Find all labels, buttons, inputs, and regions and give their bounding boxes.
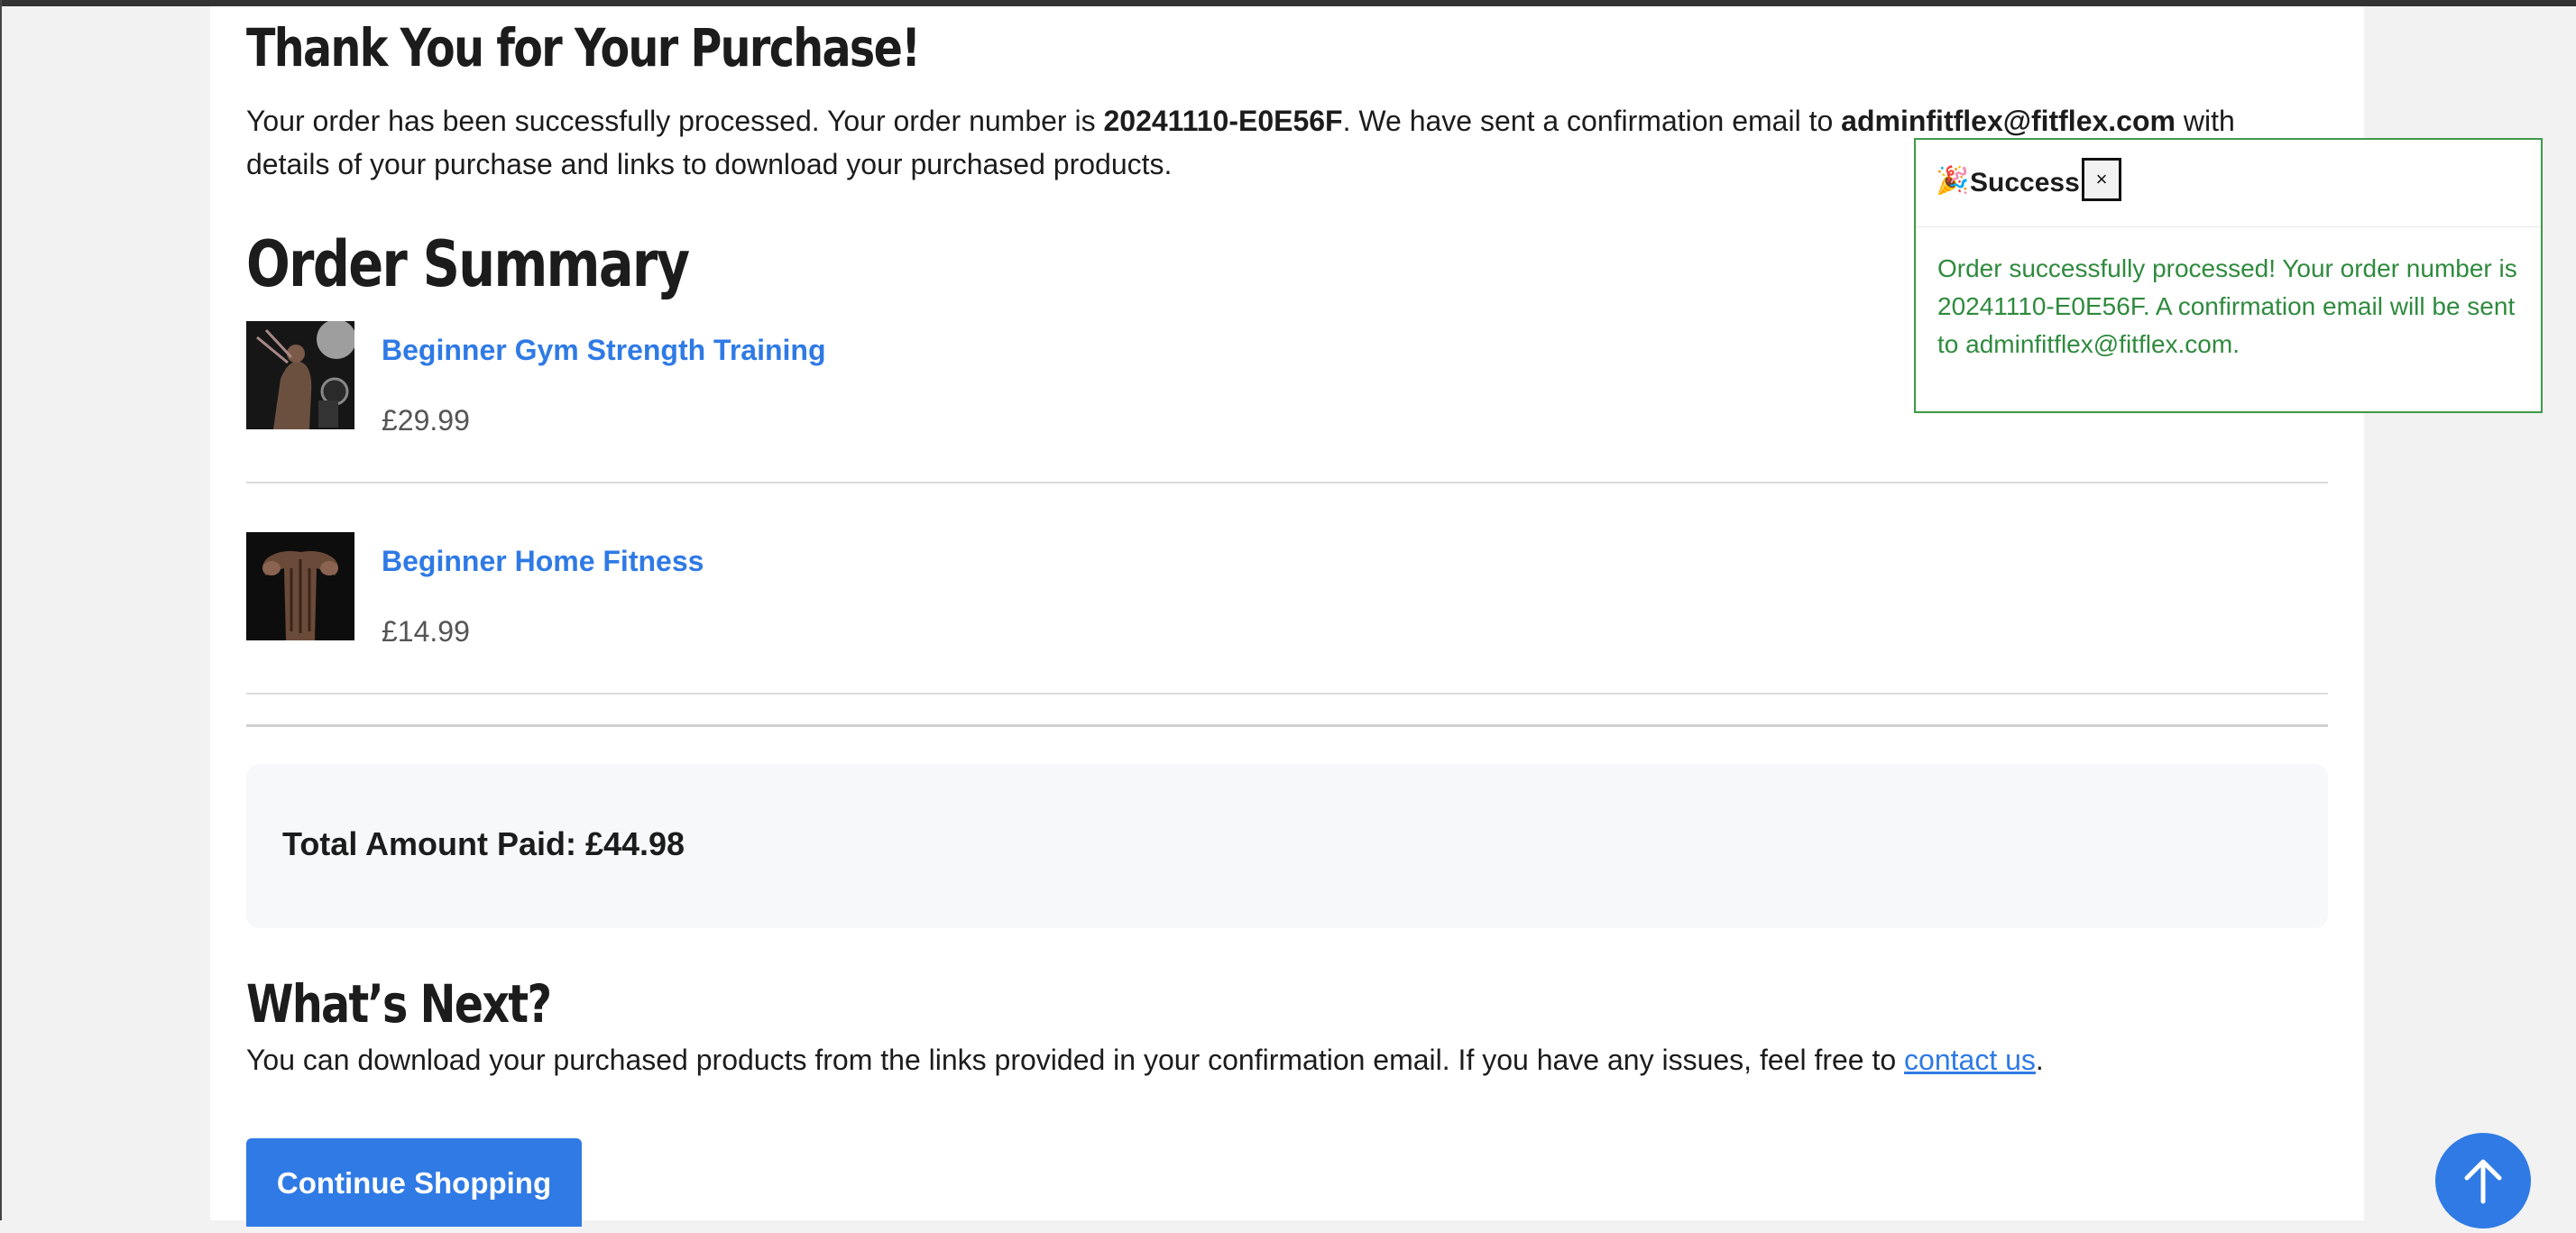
window-edge bbox=[0, 0, 2, 1220]
next-text-after: . bbox=[2035, 1044, 2044, 1076]
total-amount: Total Amount Paid: £44.98 bbox=[282, 825, 685, 862]
total-box: Total Amount Paid: £44.98 bbox=[246, 764, 2328, 928]
intro-text-a: Your order has been successfully process… bbox=[246, 105, 1104, 137]
product-thumbnail[interactable] bbox=[246, 532, 354, 640]
item-divider bbox=[246, 693, 2328, 695]
scroll-to-top-button[interactable] bbox=[2435, 1133, 2531, 1228]
item-divider bbox=[246, 482, 2328, 483]
product-price: £29.99 bbox=[382, 404, 470, 437]
product-link[interactable]: Beginner Gym Strength Training bbox=[382, 334, 826, 367]
order-number: 20241110-E0E56F bbox=[1103, 105, 1343, 137]
arrow-up-icon bbox=[2464, 1159, 2502, 1204]
intro-text-b: . We have sent a confirmation email to bbox=[1342, 105, 1842, 137]
product-price: £14.99 bbox=[382, 615, 470, 648]
toast-header: 🎉 Success! × bbox=[1916, 140, 2541, 227]
order-item: Beginner Home Fitness £14.99 bbox=[246, 532, 2328, 713]
next-text-before: You can download your purchased products… bbox=[246, 1044, 1905, 1076]
close-icon[interactable]: × bbox=[2082, 158, 2121, 201]
whats-next-text: You can download your purchased products… bbox=[246, 1044, 2044, 1077]
product-link[interactable]: Beginner Home Fitness bbox=[382, 545, 704, 578]
confirmation-email: adminfitflex@fitflex.com bbox=[1841, 105, 2176, 137]
toast-message: Order successfully processed! Your order… bbox=[1937, 254, 2517, 358]
success-toast: 🎉 Success! × Order successfully processe… bbox=[1914, 138, 2543, 413]
whats-next-title: What’s Next? bbox=[246, 973, 552, 1035]
toast-title: Success! bbox=[1970, 168, 2089, 198]
contact-us-link[interactable]: contact us bbox=[1904, 1044, 2036, 1076]
browser-top-bar bbox=[0, 0, 2576, 6]
order-summary-title: Order Summary bbox=[246, 227, 690, 301]
summary-divider bbox=[246, 724, 2328, 727]
party-popper-icon: 🎉 bbox=[1936, 166, 1970, 196]
continue-shopping-button[interactable]: Continue Shopping bbox=[246, 1138, 582, 1227]
page-title: Thank You for Your Purchase! bbox=[246, 17, 921, 78]
product-thumbnail[interactable] bbox=[246, 321, 354, 429]
